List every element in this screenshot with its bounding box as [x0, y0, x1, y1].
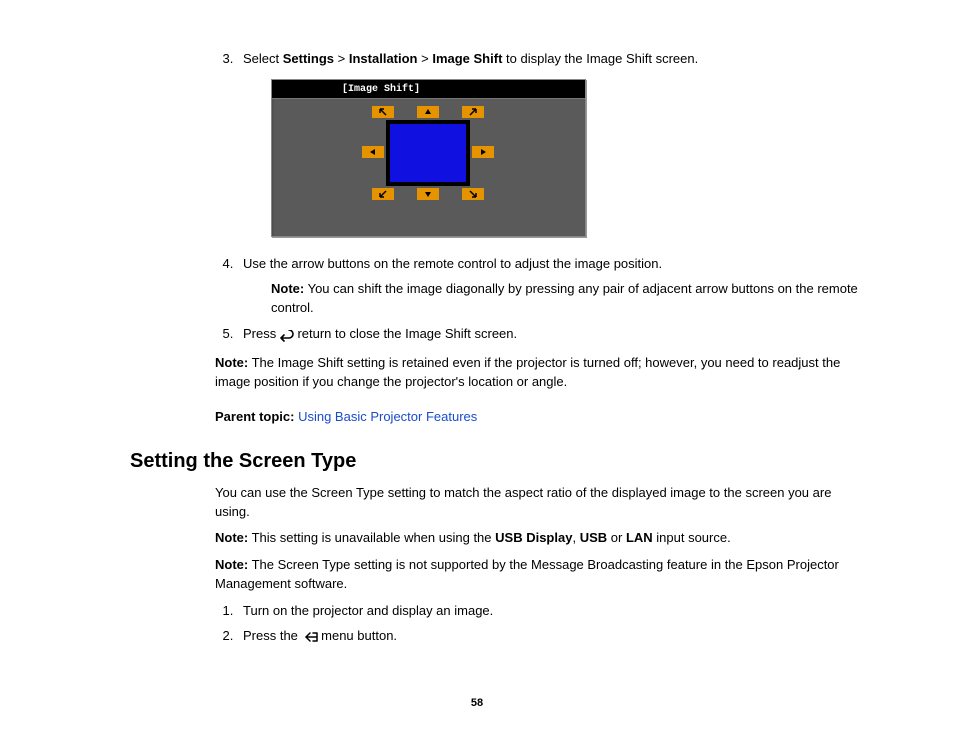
image-rectangle — [386, 120, 470, 186]
arrow-left-icon — [362, 146, 384, 158]
page-number: 58 — [0, 696, 954, 712]
note-broadcast: Note: The Screen Type setting is not sup… — [215, 556, 864, 594]
note-unavail-sep2: or — [607, 530, 626, 545]
note-unavail-prefix: This setting is unavailable when using t… — [248, 530, 495, 545]
content-area: Select Settings > Installation > Image S… — [215, 50, 864, 646]
retain-note-text: The Image Shift setting is retained even… — [215, 355, 840, 389]
parent-topic-label: Parent topic: — [215, 409, 294, 424]
ordered-list-bottom: Turn on the projector and display an ima… — [215, 602, 864, 646]
note-unavail-bold1: USB Display — [495, 530, 572, 545]
bottom-step-1: Turn on the projector and display an ima… — [237, 602, 864, 621]
bottom-step-1-text: Turn on the projector and display an ima… — [243, 603, 493, 618]
image-shift-diagram: [Image Shift] — [271, 79, 586, 237]
bottom-step-2-prefix: Press the — [243, 628, 302, 643]
note-broadcast-text: The Screen Type setting is not supported… — [215, 557, 839, 591]
arrow-down-right-icon — [462, 188, 484, 200]
retain-note: Note: The Image Shift setting is retaine… — [215, 354, 864, 392]
step-4-note-label: Note: — [271, 281, 304, 296]
arrow-down-icon — [417, 188, 439, 200]
parent-topic-link[interactable]: Using Basic Projector Features — [294, 409, 477, 424]
ordered-list-top: Select Settings > Installation > Image S… — [215, 50, 864, 344]
arrow-down-left-icon — [372, 188, 394, 200]
step-4-note: Note: You can shift the image diagonally… — [271, 280, 864, 318]
step-3-suffix: to display the Image Shift screen. — [502, 51, 698, 66]
retain-note-label: Note: — [215, 355, 248, 370]
note-broadcast-label: Note: — [215, 557, 248, 572]
note-unavail-suffix: input source. — [653, 530, 731, 545]
intro-text: You can use the Screen Type setting to m… — [215, 484, 864, 522]
arrow-up-icon — [417, 106, 439, 118]
note-unavail-bold2: USB — [580, 530, 607, 545]
parent-topic: Parent topic: Using Basic Projector Feat… — [215, 408, 864, 427]
arrow-up-left-icon — [372, 106, 394, 118]
step-3-bold2: Installation — [349, 51, 418, 66]
step-3-sep2: > — [418, 51, 433, 66]
document-page: Select Settings > Installation > Image S… — [0, 0, 954, 738]
arrow-right-icon — [472, 146, 494, 158]
step-3-bold1: Settings — [283, 51, 334, 66]
step-5: Press return to close the Image Shift sc… — [237, 325, 864, 344]
menu-icon — [302, 630, 318, 642]
step-3: Select Settings > Installation > Image S… — [237, 50, 864, 237]
arrow-up-right-icon — [462, 106, 484, 118]
step-4: Use the arrow buttons on the remote cont… — [237, 255, 864, 318]
step-3-prefix: Select — [243, 51, 283, 66]
step-3-bold3: Image Shift — [432, 51, 502, 66]
note-unavail-label: Note: — [215, 530, 248, 545]
diagram-inner — [362, 106, 494, 214]
diagram-title: [Image Shift] — [342, 83, 420, 98]
heading-screen-type: Setting the Screen Type — [130, 447, 864, 476]
step-4-text: Use the arrow buttons on the remote cont… — [243, 256, 662, 271]
note-unavail-bold3: LAN — [626, 530, 653, 545]
note-unavailable: Note: This setting is unavailable when u… — [215, 529, 864, 548]
step-3-sep1: > — [334, 51, 349, 66]
return-icon — [280, 329, 294, 341]
step-5-suffix: return to close the Image Shift screen. — [294, 326, 517, 341]
step-5-prefix: Press — [243, 326, 280, 341]
bottom-step-2-suffix: menu button. — [318, 628, 398, 643]
note-unavail-sep1: , — [572, 530, 579, 545]
bottom-step-2: Press the menu button. — [237, 627, 864, 646]
diagram-title-bar — [272, 80, 585, 99]
step-4-note-text: You can shift the image diagonally by pr… — [271, 281, 858, 315]
